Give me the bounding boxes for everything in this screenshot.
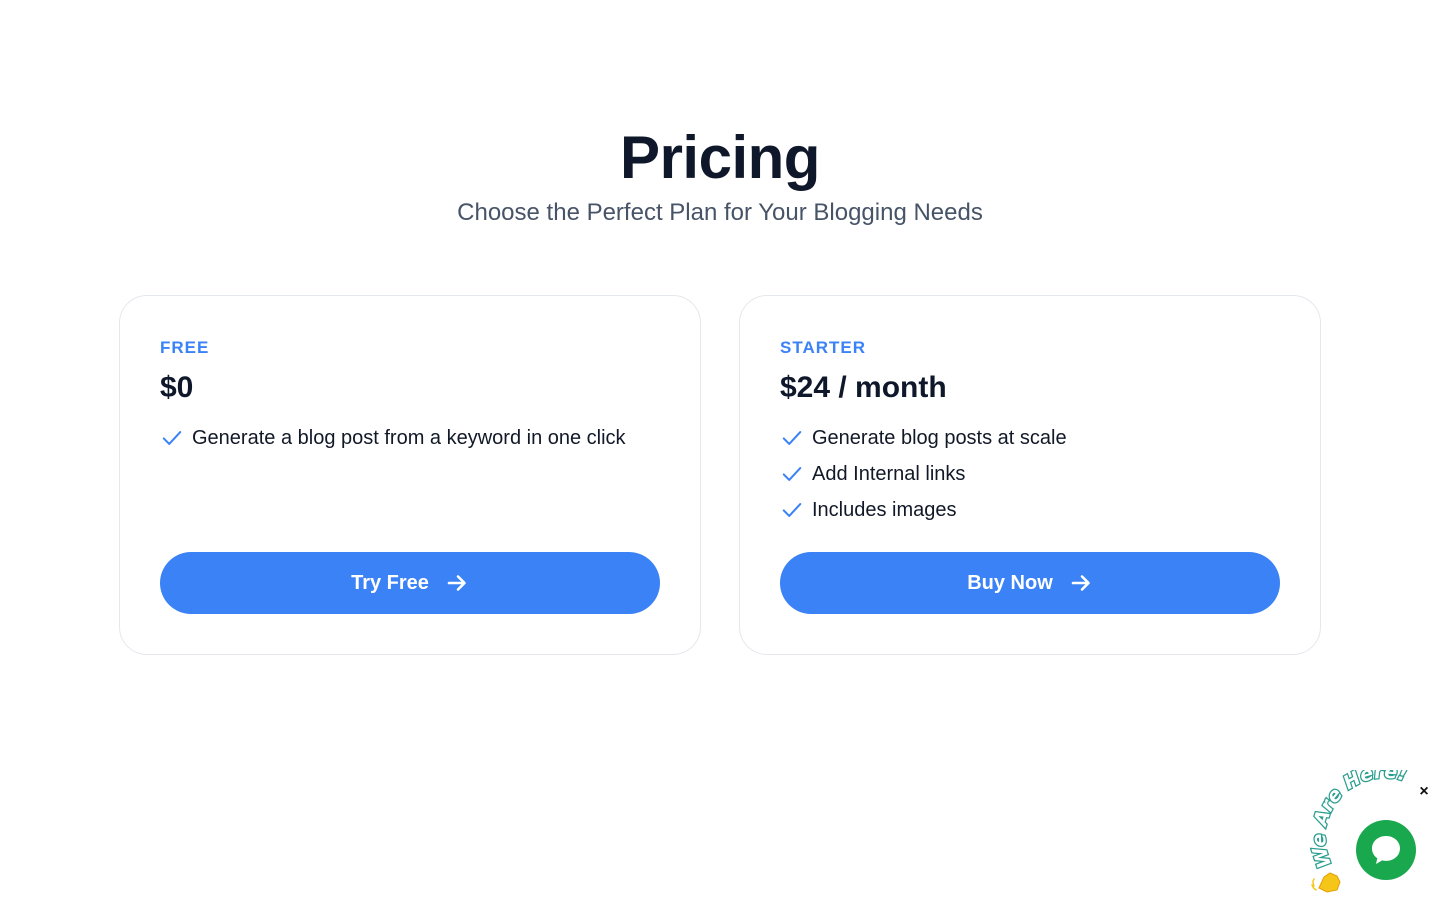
check-icon bbox=[160, 426, 184, 450]
feature-item: Generate blog posts at scale bbox=[780, 420, 1280, 456]
feature-list: Generate a blog post from a keyword in o… bbox=[160, 420, 660, 456]
feature-label: Add Internal links bbox=[812, 462, 966, 485]
buy-now-button-label: Buy Now bbox=[967, 571, 1053, 594]
pricing-page: Pricing Choose the Perfect Plan for Your… bbox=[0, 0, 1440, 900]
pricing-cards: FREE $0 Generate a blog post from a keyw… bbox=[119, 295, 1321, 655]
pricing-header: Pricing Choose the Perfect Plan for Your… bbox=[0, 120, 1440, 228]
page-subtitle: Choose the Perfect Plan for Your Bloggin… bbox=[457, 199, 983, 226]
plan-name: STARTER bbox=[780, 338, 867, 357]
plan-card-starter: STARTER $24 / month Generate blog posts … bbox=[739, 295, 1321, 655]
plan-card-free: FREE $0 Generate a blog post from a keyw… bbox=[119, 295, 701, 655]
plan-name: FREE bbox=[160, 338, 210, 357]
try-free-button[interactable]: Try Free bbox=[160, 552, 660, 614]
arrow-right-icon bbox=[445, 571, 469, 595]
chat-bubble-icon bbox=[1372, 836, 1400, 864]
feature-item: Includes images bbox=[780, 492, 1280, 528]
check-icon bbox=[780, 426, 804, 450]
try-free-button-label: Try Free bbox=[351, 571, 429, 594]
check-icon bbox=[780, 498, 804, 522]
chat-close-button[interactable]: × bbox=[1416, 784, 1432, 800]
feature-label: Includes images bbox=[812, 498, 957, 521]
feature-label: Generate a blog post from a keyword in o… bbox=[192, 426, 626, 449]
plan-price: $24 / month bbox=[780, 371, 947, 404]
check-icon bbox=[780, 462, 804, 486]
buy-now-button[interactable]: Buy Now bbox=[780, 552, 1280, 614]
plan-price: $0 bbox=[160, 371, 194, 404]
feature-item: Add Internal links bbox=[780, 456, 1280, 492]
page-title: Pricing bbox=[620, 124, 820, 191]
feature-label: Generate blog posts at scale bbox=[812, 426, 1067, 449]
feature-item: Generate a blog post from a keyword in o… bbox=[160, 420, 660, 456]
arrow-right-icon bbox=[1069, 571, 1093, 595]
feature-list: Generate blog posts at scale Add Interna… bbox=[780, 420, 1280, 528]
waving-hand-icon bbox=[1311, 872, 1341, 893]
chat-widget: We Are Here! × bbox=[1310, 770, 1440, 900]
chat-open-button[interactable] bbox=[1356, 820, 1416, 880]
